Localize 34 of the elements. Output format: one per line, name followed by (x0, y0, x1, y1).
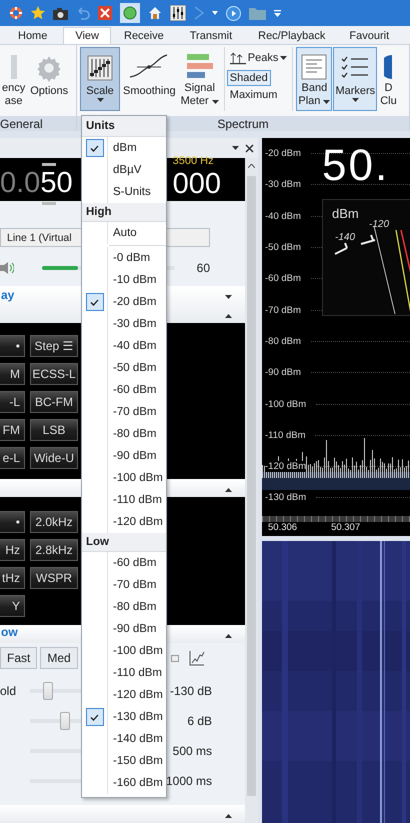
axis-label: -90 dBm (265, 367, 301, 378)
section-title: ow (1, 625, 18, 639)
meter-unit: dBm (332, 206, 359, 221)
meter-scale-label: -140 (335, 232, 356, 243)
slider-value: -130 dB (168, 684, 212, 698)
axis-label: -130 dBm (265, 492, 306, 504)
axis-label: -110 dBm (265, 430, 306, 441)
axis-label: -30 dBm (265, 179, 301, 190)
axis-label: -70 dBm (265, 304, 301, 316)
frequency-digits: 0.0 (0, 166, 40, 201)
axis-label: -100 dBm (265, 398, 306, 410)
axis-label: -80 dBm (265, 336, 301, 347)
group-label: General (0, 116, 43, 130)
slider-label: old (0, 684, 16, 698)
axis-label: -120 dBm (265, 461, 306, 472)
axis-label: 50.307 (331, 522, 360, 533)
frequency-reading: 50. (322, 141, 390, 191)
meter-scale-label: -120 (369, 219, 390, 230)
section-title: ay (1, 288, 14, 302)
group-label: Spectrum (217, 116, 269, 130)
menu-header: Low (82, 533, 166, 552)
slider-value: 1000 ms (164, 774, 212, 788)
offset-text: 3500 Hz (172, 155, 214, 167)
axis-label: -60 dBm (265, 273, 301, 284)
axis-label: -20 dBm (265, 148, 301, 160)
menu-header: High (82, 203, 166, 222)
slider-value: 6 dB (186, 714, 212, 728)
axis-label: 50.306 (268, 522, 298, 533)
slider-value: 500 ms (172, 744, 212, 758)
axis-label: -40 dBm (265, 210, 301, 222)
axis-label: -50 dBm (265, 242, 301, 254)
volume-value: 60 (196, 261, 210, 275)
menu-header: Units (82, 116, 166, 137)
frequency-digits: 000 (172, 167, 221, 201)
